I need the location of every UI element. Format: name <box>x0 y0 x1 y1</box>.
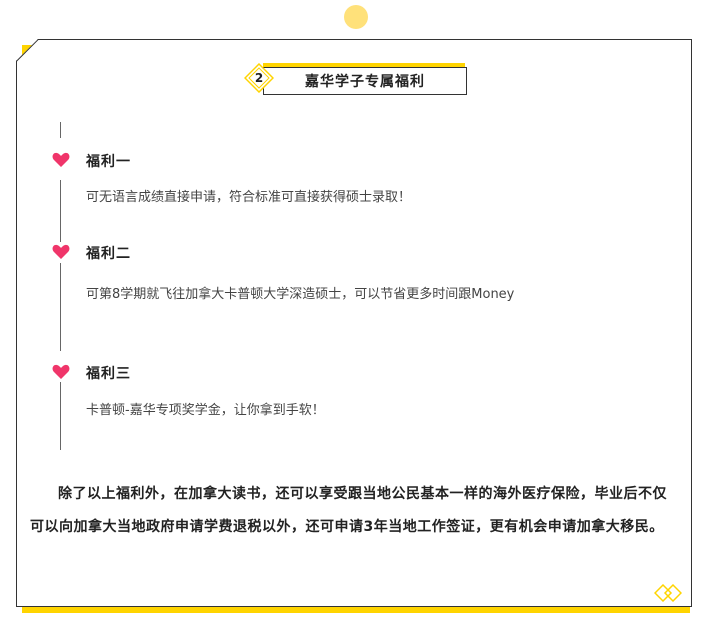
benefit-desc: 卡普顿-嘉华专项奖学金，让你拿到手软！ <box>86 403 325 418</box>
timeline-line <box>60 180 61 242</box>
benefit-title: 福利三 <box>86 366 131 382</box>
benefit-desc: 可无语言成绩直接申请，符合标准可直接获得硕士录取！ <box>86 190 412 205</box>
summary-paragraph: 除了以上福利外，在加拿大读书，还可以享受跟当地公民基本一样的海外医疗保险，毕业后… <box>30 486 667 535</box>
benefit-title: 福利一 <box>86 154 131 170</box>
double-diamond-icon <box>653 583 683 603</box>
heart-icon <box>52 152 70 168</box>
timeline-line <box>60 382 61 450</box>
decorative-dot <box>344 5 368 29</box>
benefit-desc: 可第8学期就飞往加拿大卡普顿大学深造硕士，可以节省更多时间跟Money <box>86 287 515 302</box>
timeline-line <box>60 263 61 351</box>
heart-icon <box>52 244 70 260</box>
section-header: 嘉华学子专属福利 2 <box>241 60 469 98</box>
timeline-line <box>60 122 61 138</box>
section-title: 嘉华学子专属福利 <box>263 67 467 95</box>
heart-icon <box>52 364 70 380</box>
benefit-title: 福利二 <box>86 246 131 262</box>
section-number: 2 <box>254 71 264 85</box>
